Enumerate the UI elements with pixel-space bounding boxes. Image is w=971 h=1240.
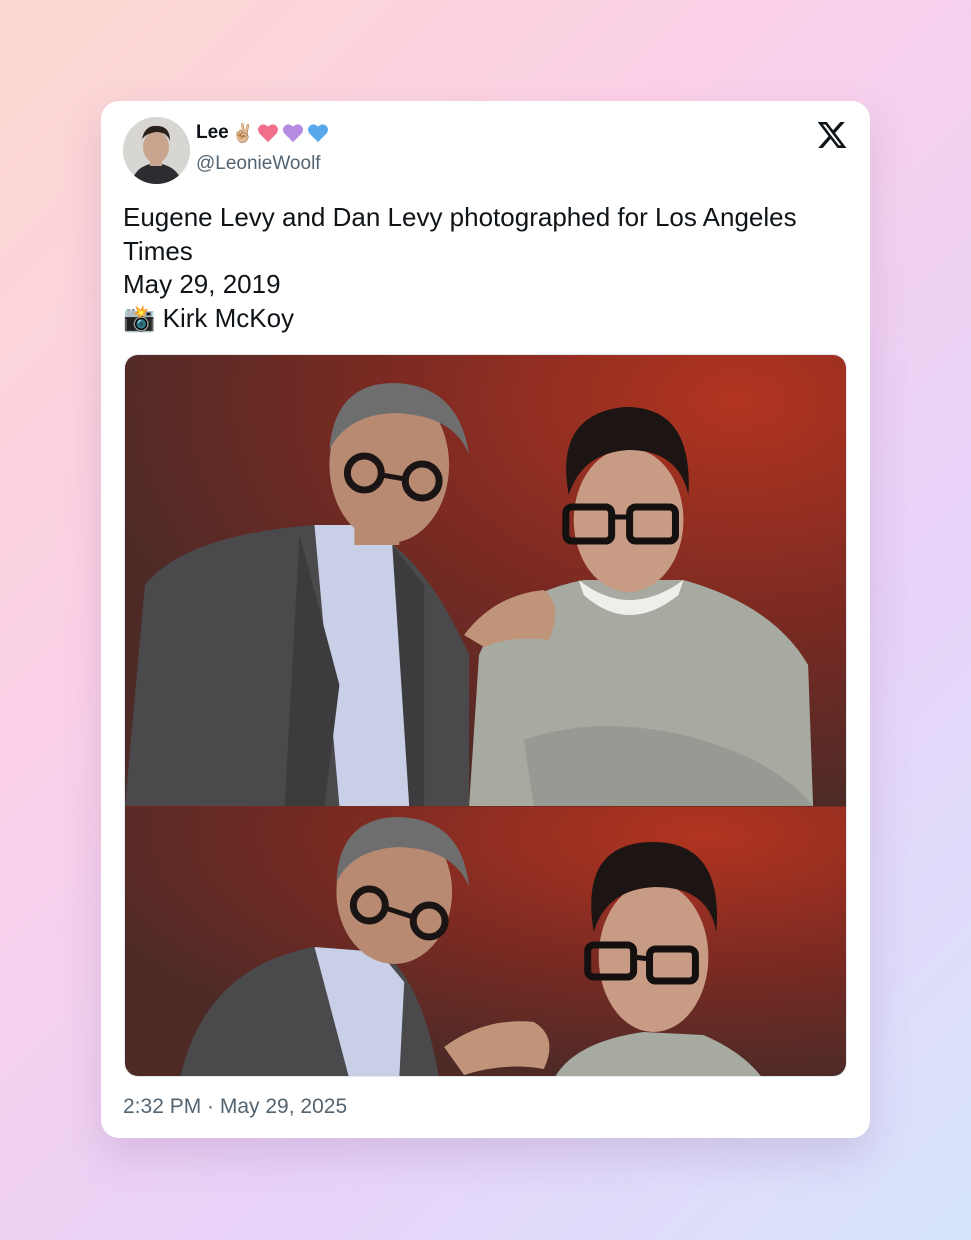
- author-name[interactable]: Lee: [196, 122, 229, 144]
- x-logo-icon[interactable]: [816, 119, 848, 151]
- tweet-text-line: May 29, 2019: [123, 269, 281, 299]
- avatar[interactable]: [123, 117, 190, 184]
- tweet-text: Eugene Levy and Dan Levy photographed fo…: [123, 201, 848, 335]
- pink-heart-icon: [258, 124, 279, 143]
- tweet-text-line: Eugene Levy and Dan Levy photographed fo…: [123, 202, 804, 266]
- tweet-text-line: 📸 Kirk McKoy: [123, 302, 295, 333]
- photo-bottom[interactable]: [125, 806, 846, 1076]
- author-handle[interactable]: @LeonieWoolf: [196, 153, 321, 175]
- purple-heart-icon: [283, 124, 304, 143]
- author-row: Lee ✌🏼: [196, 122, 329, 144]
- tweet-timestamp[interactable]: 2:32 PM · May 29, 2025: [123, 1095, 347, 1119]
- tweet-card[interactable]: Lee ✌🏼 @LeonieWoolf Eugene Levy and Dan …: [101, 101, 870, 1138]
- tweet-media[interactable]: [124, 354, 847, 1077]
- blue-heart-icon: [308, 124, 329, 143]
- victory-hand-icon: ✌🏼: [231, 123, 255, 143]
- photo-top[interactable]: [125, 355, 846, 806]
